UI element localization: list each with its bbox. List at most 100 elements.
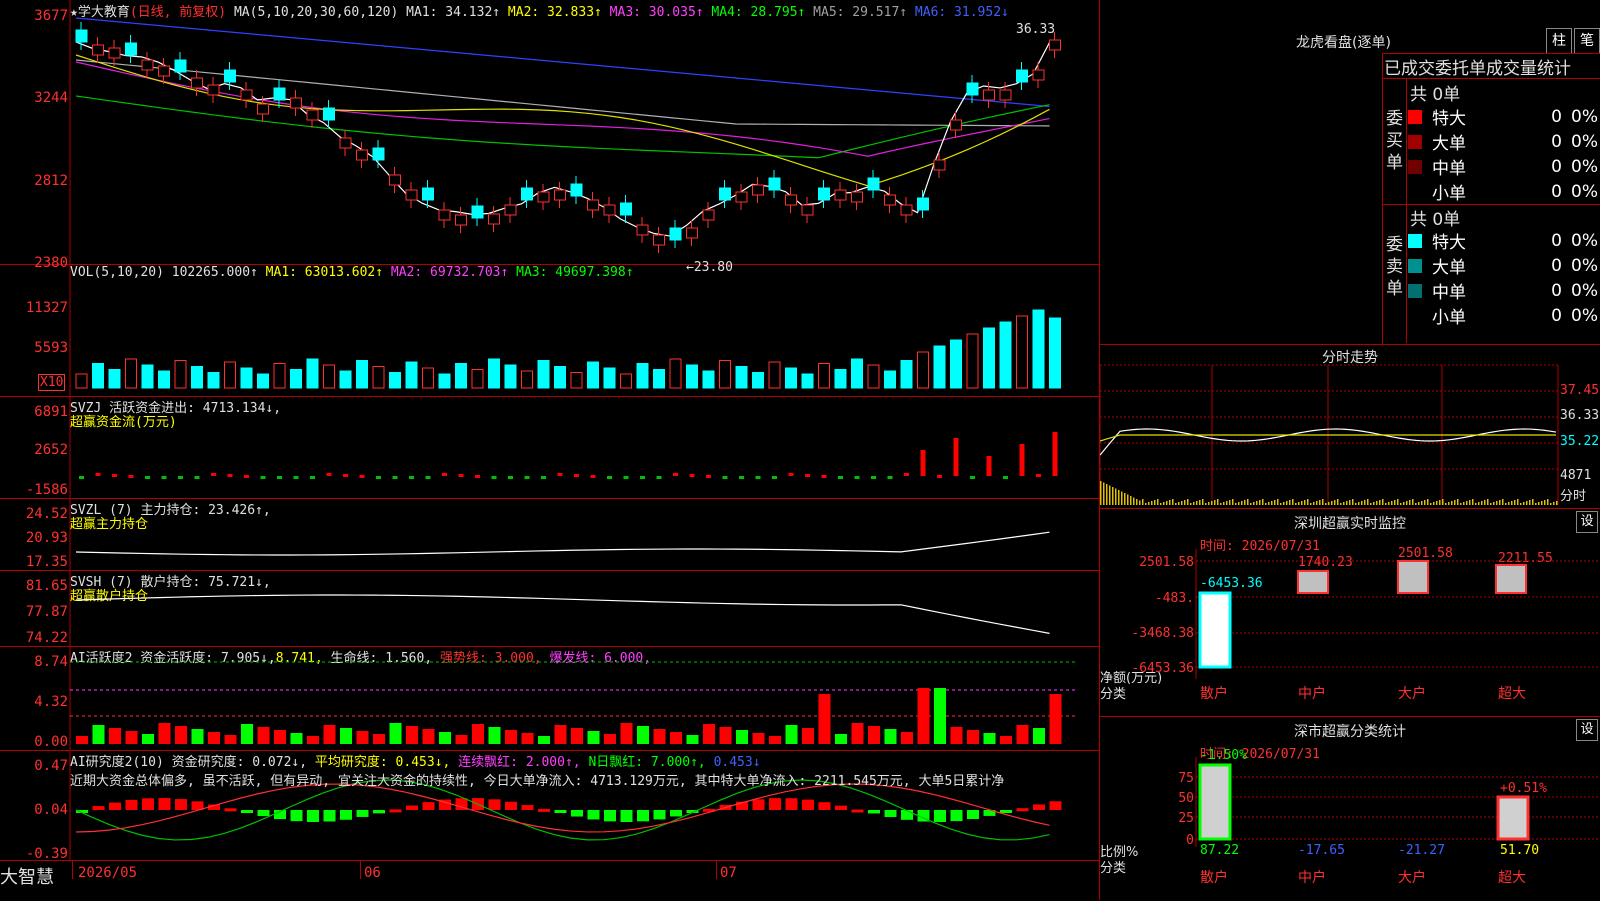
volume-bar	[966, 333, 979, 389]
intraday-volume-bar	[1502, 499, 1504, 505]
activity-bar	[406, 726, 418, 744]
intraday-volume-bar	[1328, 502, 1330, 505]
intraday-volume-bar	[1307, 499, 1309, 505]
activity-bar	[257, 727, 270, 744]
svsh-panel[interactable]: SVSH (7) 散户持仓: 75.721↓, 超赢散户持仓 81.65 77.…	[0, 570, 1100, 647]
intraday-volume-bar	[1190, 503, 1192, 505]
research-bar	[554, 810, 567, 813]
intraday-volume-bar	[1352, 499, 1354, 505]
intraday-volume-bar	[1145, 503, 1147, 505]
candle-body	[273, 87, 286, 101]
flow-bar	[821, 475, 827, 478]
volume-bar	[339, 370, 352, 389]
volume-bar	[257, 373, 269, 389]
research-bar	[125, 799, 138, 810]
candle-body	[834, 189, 847, 201]
price-low-mark: ←23.80	[686, 260, 733, 275]
intraday-volume-bar	[1463, 502, 1465, 505]
flow-bar	[1003, 476, 1008, 479]
volume-bar	[1016, 315, 1028, 389]
research-bar	[868, 810, 880, 814]
flow-bar	[508, 476, 513, 479]
tick-mode-button[interactable]: 笔	[1574, 28, 1600, 54]
candle-body	[999, 89, 1012, 101]
volume-chart	[69, 264, 1061, 396]
volume-panel[interactable]: VOL(5,10,20) 102265.000↑ MA1: 63013.602↑…	[0, 264, 1100, 397]
intraday-volume-bar	[1271, 501, 1273, 505]
intraday-volume-bar	[1349, 500, 1351, 505]
activity-bar	[736, 730, 748, 744]
volume-bar	[884, 370, 896, 389]
volume-bar	[702, 370, 715, 389]
activity-bar	[818, 694, 831, 744]
intraday-volume-bar	[1397, 499, 1399, 505]
intraday-volume-bar	[1526, 501, 1528, 505]
volume-bar	[950, 339, 962, 389]
candle-body	[257, 103, 269, 115]
volume-bar	[471, 369, 484, 389]
intraday-volume-bar	[1136, 499, 1138, 505]
intraday-panel[interactable]: 分时走势 37.45 36.33 35.22 4871 分时	[1100, 344, 1600, 509]
intraday-volume-bar	[1421, 501, 1423, 505]
table-row: 中单 0 0%	[1408, 154, 1598, 179]
research-bar	[802, 799, 814, 810]
flow-bar	[805, 474, 810, 477]
intraday-volume-bar	[1346, 501, 1348, 505]
candle-body	[224, 69, 236, 83]
research-bar	[406, 805, 418, 810]
candle-body	[900, 204, 913, 216]
intraday-volume-bar	[1541, 501, 1543, 505]
candle-body	[1016, 69, 1028, 83]
flow-bar	[277, 476, 282, 479]
research-bar	[109, 802, 121, 810]
svzl-panel[interactable]: SVZL (7) 主力持仓: 23.426↑, 超赢主力持仓 24.52 20.…	[0, 498, 1100, 571]
candle-body	[207, 84, 220, 96]
flow-bar	[937, 475, 942, 478]
ai-activity-panel[interactable]: AI活跃度2 资金活跃度: 7.905↓,8.741, 生命线: 1.560, …	[0, 646, 1100, 751]
flow-bar	[79, 476, 84, 479]
flow-bar	[442, 473, 447, 476]
intraday-volume-bar	[1370, 503, 1372, 505]
sz-class-panel[interactable]: 深市超赢分类统计 设 时间: 2026/07/31 75 50 25 0 -1.…	[1100, 716, 1600, 901]
activity-bar	[587, 731, 600, 744]
candle-body	[108, 47, 121, 59]
activity-bar	[142, 734, 154, 744]
activity-bar	[373, 734, 385, 744]
research-bar	[1000, 810, 1012, 813]
bar-mode-button[interactable]: 柱	[1546, 28, 1572, 54]
candle-body	[323, 107, 335, 121]
sz-bar	[1495, 564, 1527, 594]
intraday-volume-bar	[1379, 500, 1381, 505]
activity-bar	[472, 724, 484, 744]
activity-bar	[637, 726, 649, 744]
volume-bar	[108, 369, 121, 389]
intraday-volume-bar	[1433, 502, 1435, 505]
candle-body	[521, 187, 533, 201]
research-bar	[785, 798, 798, 810]
volume-bar	[587, 361, 599, 389]
research-bar	[241, 810, 253, 813]
research-bar	[851, 809, 864, 813]
research-bar	[356, 810, 369, 817]
ai-research-panel[interactable]: AI研究度2(10) 资金研究度: 0.072↓, 平均研究度: 0.453↓,…	[0, 750, 1100, 862]
ma3-line	[75, 61, 1050, 157]
volume-bar	[158, 370, 170, 389]
research-bar	[587, 810, 600, 820]
volume-bar	[488, 358, 500, 389]
flow-bar	[986, 456, 992, 476]
svzj-panel[interactable]: SVZJ 活跃资金进出: 4713.134↓, 超赢资金流(万元) 6891 2…	[0, 396, 1100, 499]
candle-body	[1049, 39, 1061, 51]
price-panel[interactable]: ★学大教育(日线, 前复权) MA(5,10,20,30,60,120) MA1…	[0, 0, 1100, 275]
flow-bar	[343, 474, 348, 477]
research-bar	[637, 810, 649, 822]
activity-bar	[389, 723, 402, 744]
flow-bar	[557, 473, 563, 476]
candle-body	[851, 191, 863, 203]
date-axis: 大智慧 2026/05 06 07	[0, 860, 1100, 901]
volume-bar	[669, 358, 682, 389]
sz-monitor-panel[interactable]: 深圳超赢实时监控 设 时间: 2026/07/31 2501.58 -483. …	[1100, 508, 1600, 717]
intraday-volume-bar	[1283, 502, 1285, 505]
volume-bar	[537, 360, 550, 389]
flow-bar	[1036, 474, 1041, 477]
intraday-volume-bar	[1142, 499, 1144, 505]
